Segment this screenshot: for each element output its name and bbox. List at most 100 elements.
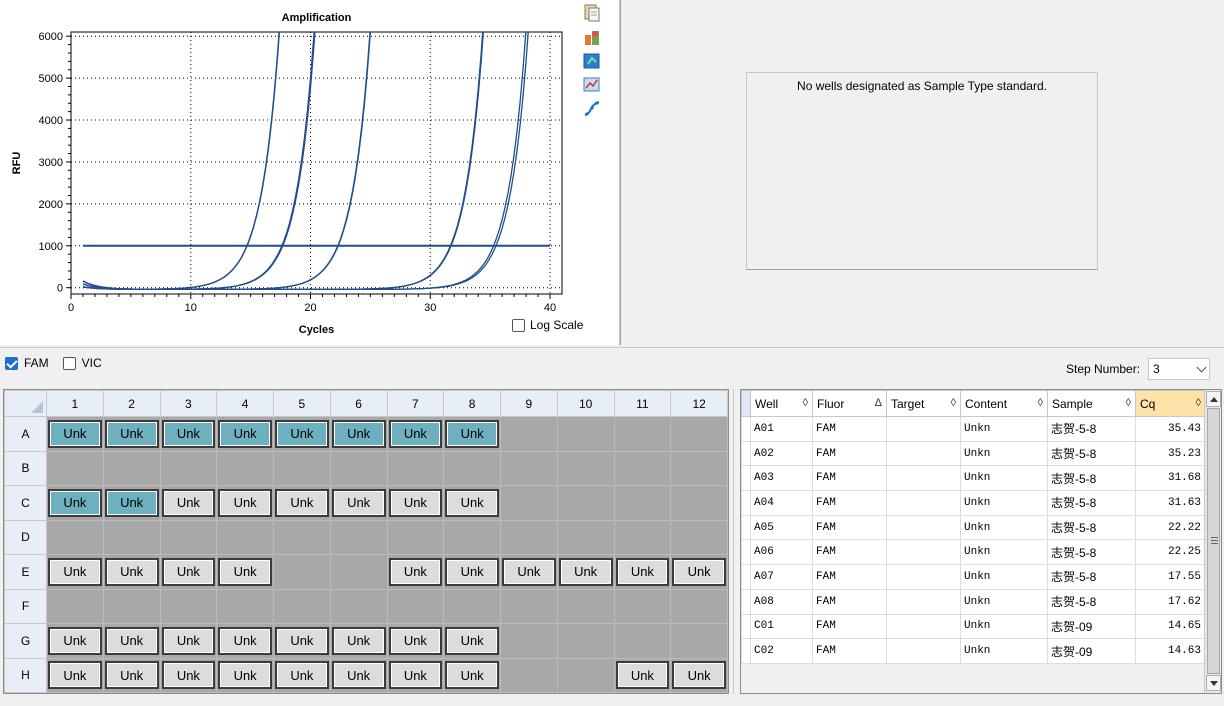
cell-target[interactable] [886, 490, 961, 516]
plate-well[interactable]: Unk [388, 488, 443, 517]
plate-well-empty[interactable] [559, 489, 613, 517]
plate-well-empty[interactable] [502, 489, 556, 517]
plate-well-empty[interactable] [502, 454, 556, 482]
plate-well-empty[interactable] [672, 627, 726, 655]
plate-cell[interactable]: Unk [386, 657, 445, 693]
plate-cell[interactable]: Unk [159, 623, 218, 659]
cell-target[interactable] [886, 638, 961, 664]
plate-cell[interactable]: Unk [216, 657, 274, 693]
export-icon[interactable] [582, 28, 602, 46]
cell-cq[interactable]: 14.63 [1135, 638, 1206, 664]
plate-well[interactable]: Unk [615, 661, 670, 690]
row-selector[interactable] [741, 416, 751, 442]
table-row[interactable]: C02 FAM Unkn 志贺-09 14.63 [741, 638, 1206, 664]
plate-cell[interactable]: Unk [46, 554, 104, 590]
plate-well-empty[interactable] [616, 592, 670, 620]
plate-well-empty[interactable] [105, 454, 159, 482]
table-row[interactable]: A05 FAM Unkn 志贺-5-8 22.22 [741, 514, 1206, 541]
refresh-icon[interactable] [582, 52, 602, 70]
plate-well-empty[interactable] [162, 523, 216, 551]
cell-target[interactable] [886, 416, 961, 442]
plate-cell[interactable]: Unk [102, 554, 161, 590]
plate-well[interactable]: Unk [558, 557, 613, 586]
cell-cq[interactable]: 17.62 [1135, 588, 1206, 615]
cell-target[interactable] [886, 539, 961, 566]
plate-well[interactable]: Unk [218, 488, 272, 517]
plate-column-header[interactable]: 9 [500, 390, 558, 417]
plate-well[interactable]: Unk [502, 557, 556, 586]
plate-cell[interactable] [159, 450, 218, 486]
scroll-up-button[interactable] [1206, 391, 1221, 407]
plate-well[interactable]: Unk [388, 419, 443, 448]
plate-cell[interactable]: Unk [443, 554, 501, 590]
plate-well-empty[interactable] [502, 420, 556, 448]
plate-well-empty[interactable] [48, 454, 102, 482]
table-row[interactable]: A01 FAM Unkn 志贺-5-8 35.43 [741, 416, 1206, 442]
plate-well-empty[interactable] [616, 627, 670, 655]
plate-row-header[interactable]: D [4, 519, 47, 555]
cell-fluor[interactable]: FAM [812, 465, 887, 492]
plate-well[interactable]: Unk [331, 488, 386, 517]
plate-well[interactable]: Unk [275, 626, 329, 655]
plate-well[interactable]: Unk [388, 661, 443, 690]
plate-row-header[interactable]: G [4, 623, 47, 659]
plate-cell[interactable] [443, 450, 501, 486]
cell-sample[interactable]: 志贺-09 [1047, 613, 1136, 640]
cell-fluor[interactable]: FAM [812, 564, 887, 590]
plate-cell[interactable] [556, 519, 615, 555]
plate-cell[interactable]: Unk [102, 416, 161, 452]
plate-well-empty[interactable] [332, 523, 386, 551]
plate-well-empty[interactable] [218, 523, 272, 551]
plate-well-empty[interactable] [218, 454, 272, 482]
plate-well-empty[interactable] [389, 523, 443, 551]
plate-column-header[interactable]: 7 [386, 390, 445, 417]
plate-well[interactable]: Unk [161, 557, 216, 586]
cell-content[interactable]: Unkn [960, 613, 1048, 640]
plate-well-empty[interactable] [559, 523, 613, 551]
cell-cq[interactable]: 31.68 [1135, 465, 1206, 492]
plate-cell[interactable] [46, 450, 104, 486]
cell-target[interactable] [886, 514, 961, 541]
cell-fluor[interactable]: FAM [812, 539, 887, 566]
fam-checkbox[interactable] [5, 356, 18, 370]
plate-cell[interactable] [556, 588, 615, 624]
plate-well-empty[interactable] [275, 523, 329, 551]
plate-cell[interactable] [159, 588, 218, 624]
plate-well[interactable]: Unk [275, 488, 329, 517]
plate-row-header[interactable]: F [4, 588, 47, 624]
plate-cell[interactable] [613, 485, 672, 521]
plate-cell[interactable]: Unk [216, 623, 274, 659]
plate-well[interactable]: Unk [218, 419, 272, 448]
plate-cell[interactable] [102, 519, 161, 555]
plate-cell[interactable]: Unk [273, 416, 331, 452]
plate-well[interactable]: Unk [388, 557, 443, 586]
log-scale-toggle[interactable]: Log Scale [512, 318, 583, 332]
plate-well-empty[interactable] [559, 661, 613, 689]
cell-well[interactable]: A04 [750, 490, 813, 516]
plate-cell[interactable]: Unk [613, 657, 672, 693]
plate-cell[interactable] [613, 588, 672, 624]
plate-column-header[interactable]: 11 [613, 390, 672, 417]
plate-well[interactable]: Unk [672, 661, 726, 690]
plate-well[interactable]: Unk [161, 661, 216, 690]
cell-well[interactable]: A01 [750, 416, 813, 442]
cell-content[interactable]: Unkn [960, 465, 1048, 492]
cell-content[interactable]: Unkn [960, 416, 1048, 442]
cell-cq[interactable]: 22.22 [1135, 514, 1206, 541]
plate-well-empty[interactable] [616, 489, 670, 517]
cell-sample[interactable]: 志贺-5-8 [1047, 490, 1136, 516]
plate-cell[interactable] [500, 450, 558, 486]
plate-cell[interactable] [329, 554, 388, 590]
results-column-header[interactable]: Sample ◊ [1047, 390, 1136, 417]
plate-cell[interactable]: Unk [46, 416, 104, 452]
plate-cell[interactable] [556, 623, 615, 659]
plate-cell[interactable]: Unk [386, 485, 445, 521]
plate-cell[interactable]: Unk [670, 554, 728, 590]
plate-well-empty[interactable] [218, 592, 272, 620]
plate-well[interactable]: Unk [218, 626, 272, 655]
cell-fluor[interactable]: FAM [812, 490, 887, 516]
plate-cell[interactable] [216, 450, 274, 486]
plate-column-header[interactable]: 2 [102, 390, 161, 417]
plate-well-empty[interactable] [672, 592, 726, 620]
plate-row-header[interactable]: E [4, 554, 47, 590]
